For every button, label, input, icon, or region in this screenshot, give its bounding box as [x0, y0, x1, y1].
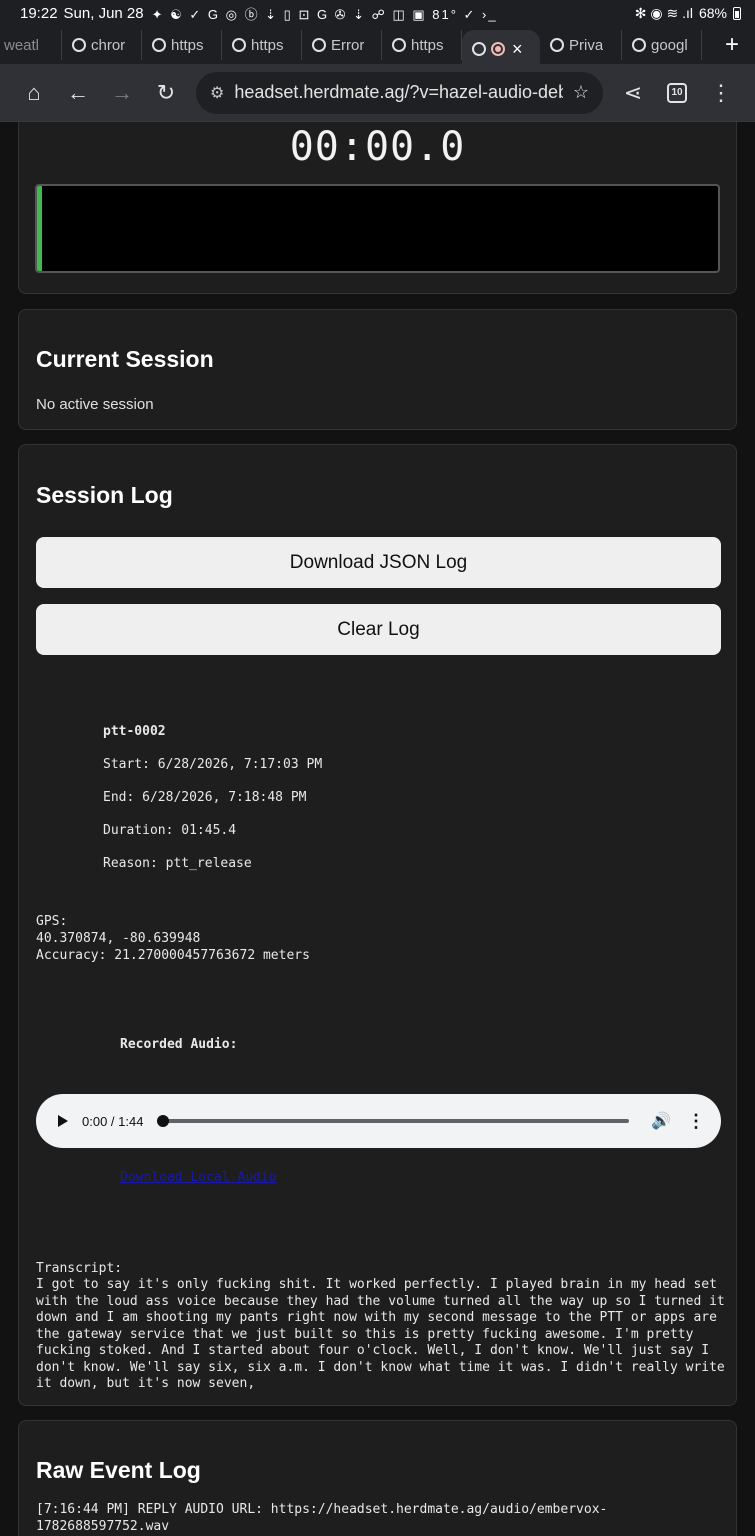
status-right: ✻ ◉ ≋ .ıl 68%	[635, 5, 741, 22]
current-session-card: Current Session No active session	[18, 309, 737, 430]
raw-event-line: [7:16:44 PM] REPLY AUDIO URL: https://he…	[36, 1502, 608, 1534]
recorded-audio-label: Recorded Audio:	[120, 1037, 238, 1052]
tab-8[interactable]: googl	[622, 30, 702, 60]
globe-icon	[232, 38, 246, 52]
session-log-card: Session Log Download JSON Log Clear Log …	[18, 444, 737, 1406]
session-duration: Duration: 01:45.4	[103, 823, 237, 838]
share-icon[interactable]: ⋖	[611, 71, 655, 115]
tab-active[interactable]: ×	[462, 30, 540, 68]
session-status: No active session	[36, 396, 154, 413]
tab-label: weatl	[4, 36, 40, 54]
tab-7[interactable]: Priva	[540, 30, 622, 60]
clear-log-button[interactable]: Clear Log	[36, 604, 721, 655]
session-start: Start: 6/28/2026, 7:17:03 PM	[103, 757, 323, 772]
tab-2[interactable]: https	[142, 30, 222, 60]
new-tab-icon[interactable]: +	[725, 31, 739, 59]
menu-icon[interactable]: ⋮	[699, 71, 743, 115]
raw-event-log-card: Raw Event Log [7:16:44 PM] REPLY AUDIO U…	[18, 1420, 737, 1536]
gps-accuracy: Accuracy: 21.270000457763672 meters	[36, 948, 310, 963]
tab-label: https	[411, 36, 444, 54]
address-bar[interactable]: ⚙ headset.herdmate.ag/?v=hazel-audio-deb…	[196, 71, 603, 114]
audio-time: 0:00 / 1:44	[82, 1113, 144, 1129]
transcript-text: I got to say it's only fucking shit. It …	[36, 1277, 725, 1391]
tab-label: Error	[331, 36, 365, 54]
session-end: End: 6/28/2026, 7:18:48 PM	[103, 790, 307, 805]
download-audio-link[interactable]: Download Local Audio	[120, 1170, 277, 1185]
notification-icons: ✦ ☯ ✓ G ◎ ⓑ ⇣ ▯ ⊡ G ✇ ⇣ ☍ ◫ ▣ 81° ✓ ›_	[151, 6, 498, 22]
status-date: Sun, Jun 28	[63, 4, 144, 22]
play-icon[interactable]	[58, 1115, 68, 1127]
site-settings-icon[interactable]: ⚙	[210, 83, 224, 103]
audio-player: 0:00 / 1:44 🔊 ⋮	[36, 1094, 721, 1148]
gps-coords: 40.370874, -80.639948	[36, 931, 201, 946]
page-content: 00:00.0 Current Session No active sessio…	[0, 122, 755, 1536]
globe-icon	[472, 42, 486, 56]
audio-level-meter	[35, 184, 720, 273]
tab-label: https	[251, 36, 284, 54]
audio-level-fill	[37, 186, 42, 271]
url-text: headset.herdmate.ag/?v=hazel-audio-deb	[234, 82, 563, 102]
tab-0[interactable]: weatl	[0, 30, 62, 60]
globe-icon	[152, 38, 166, 52]
close-icon[interactable]: ×	[512, 39, 523, 60]
browser-toolbar: ⌂ ← → ↻ ⚙ headset.herdmate.ag/?v=hazel-a…	[0, 64, 755, 122]
recording-icon	[491, 42, 505, 56]
tab-5[interactable]: https	[382, 30, 462, 60]
battery-icon	[733, 6, 741, 20]
tab-switcher-button[interactable]: 10	[655, 71, 699, 115]
chrome-icon	[72, 38, 86, 52]
recording-timer: 00:00.0	[289, 124, 466, 170]
tab-count: 10	[667, 82, 687, 103]
audio-seek-thumb[interactable]	[157, 1115, 170, 1127]
globe-icon	[392, 38, 406, 52]
raw-event-log-title: Raw Event Log	[36, 1457, 201, 1483]
tab-label: chror	[91, 36, 126, 54]
gps-label: GPS:	[36, 914, 68, 929]
volume-icon[interactable]: 🔊	[651, 1111, 671, 1131]
download-json-log-button[interactable]: Download JSON Log	[36, 537, 721, 588]
globe-icon	[312, 38, 326, 52]
current-session-title: Current Session	[36, 346, 214, 372]
tab-4[interactable]: Error	[302, 30, 382, 60]
tab-3[interactable]: https	[222, 30, 302, 60]
system-icons: ✻ ◉ ≋ .ıl	[634, 4, 693, 21]
globe-icon	[632, 38, 646, 52]
battery-level: 68%	[698, 5, 727, 21]
more-options-icon[interactable]: ⋮	[687, 1111, 705, 1132]
tab-label: https	[171, 36, 204, 54]
tab-label: Priva	[569, 36, 604, 54]
back-icon[interactable]: ←	[56, 71, 100, 115]
globe-icon	[550, 38, 564, 52]
transcript-label: Transcript:	[36, 1261, 123, 1276]
session-log-title: Session Log	[36, 482, 173, 508]
tab-label: googl	[651, 36, 688, 54]
reload-icon[interactable]: ↻	[144, 71, 188, 115]
tab-1[interactable]: chror	[62, 30, 142, 60]
status-bar: 19:22 Sun, Jun 28 ✦ ☯ ✓ G ◎ ⓑ ⇣ ▯ ⊡ G ✇ …	[0, 0, 755, 26]
forward-icon[interactable]: →	[100, 71, 144, 115]
tab-strip: weatl chror https https Error https × Pr…	[0, 26, 755, 68]
session-id: ptt-0002	[103, 724, 166, 739]
bookmark-star-icon[interactable]: ☆	[573, 82, 589, 103]
home-icon[interactable]: ⌂	[12, 71, 56, 115]
session-reason: Reason: ptt_release	[103, 856, 252, 871]
audio-seek-bar[interactable]	[157, 1115, 630, 1127]
status-time: 19:22	[20, 4, 58, 22]
